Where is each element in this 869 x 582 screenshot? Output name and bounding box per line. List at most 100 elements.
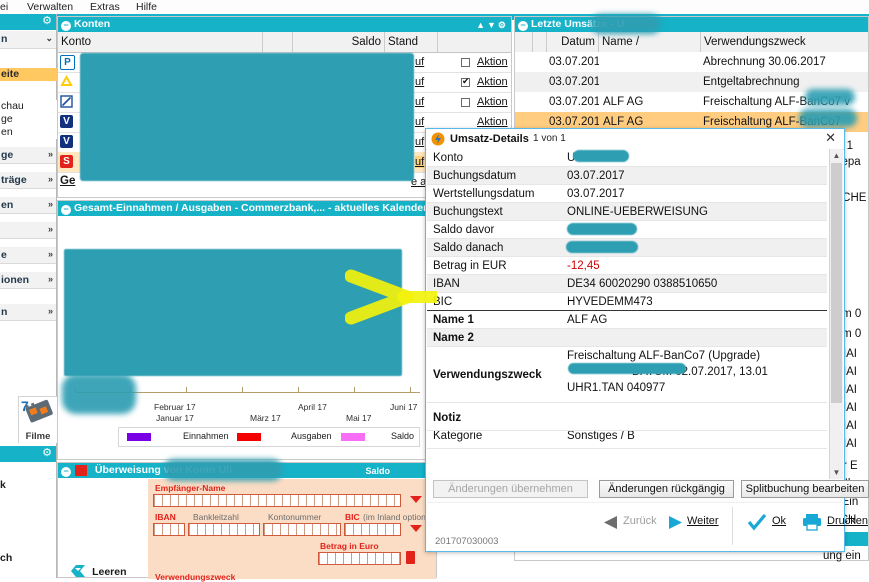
sidebar-section-5[interactable]: e » (0, 247, 56, 264)
column-stand[interactable]: Stand (385, 32, 438, 52)
minus-circle-icon[interactable]: − (518, 21, 528, 31)
column-verwendungszweck[interactable]: Verwendungszweck (701, 32, 868, 52)
column-konto[interactable]: Konto (58, 32, 263, 52)
minus-circle-icon[interactable]: − (61, 21, 71, 31)
redaction-block (805, 89, 855, 105)
column-blank1[interactable] (263, 32, 293, 52)
cell-verwendungszweck: Abrechnung 30.06.2017 (703, 56, 826, 68)
filme-button[interactable]: 7 Filme (18, 396, 57, 443)
chevron-right-icon: » (47, 274, 53, 284)
splitbuchung-bearbeiten-button[interactable]: Splitbuchung bearbeiten (741, 480, 869, 498)
sidebar-item-label: n (1, 33, 8, 45)
axis-tick-label: Januar 17 (156, 413, 194, 423)
sidebar-item-umsaetze[interactable]: en (0, 126, 57, 139)
close-icon[interactable]: ✕ (825, 131, 836, 144)
sidebar-section-3[interactable]: en » (0, 197, 56, 214)
leeren-button[interactable]: Leeren (70, 564, 127, 578)
konten-window-controls[interactable]: ▲▼⚙ (476, 18, 508, 32)
row-auf-link[interactable]: uf (415, 56, 424, 68)
check-icon[interactable] (747, 513, 767, 534)
chevron-up-icon[interactable]: ▲ (830, 149, 843, 162)
dialog-scrollbar[interactable]: ▲ ▼ (829, 149, 843, 479)
iban-input[interactable] (153, 523, 185, 536)
sidebar-section-funktionen[interactable]: ionen » (0, 272, 56, 289)
menu-item-hilfe[interactable]: Hilfe (136, 1, 157, 13)
arrow-left-icon[interactable] (603, 515, 619, 533)
sidebar-section-vertraege[interactable]: träge » (0, 172, 56, 189)
row-aktion-link[interactable]: Aktion (477, 56, 508, 68)
column-blank1[interactable] (515, 32, 533, 52)
iban-label: IBAN (155, 512, 176, 522)
gear-icon[interactable]: ⚙ (42, 16, 52, 27)
column-datum[interactable]: Datum (547, 32, 599, 52)
betrag-input[interactable] (318, 552, 401, 565)
row-gesamt-label[interactable]: Ge (60, 175, 75, 187)
blz-input[interactable] (188, 523, 260, 536)
aenderungen-uebernehmen-button[interactable]: Änderungen übernehmen (433, 480, 588, 498)
row-auf-link[interactable]: uf (415, 156, 425, 168)
detail-label: IBAN (433, 278, 460, 290)
table-row[interactable]: 03.07.2017 Abrechnung 30.06.2017 (515, 52, 868, 72)
detail-row-name1[interactable]: Name 1 ALF AG (427, 311, 827, 329)
row-aktion-link[interactable]: Aktion (477, 96, 508, 108)
sidebar-footer-line2[interactable]: ch (0, 552, 56, 564)
sparkasse-icon: S (60, 155, 73, 168)
detail-row-bic[interactable]: BIC HYVEDEMM473 (427, 293, 827, 311)
chevron-down-icon[interactable]: ▼ (830, 466, 843, 479)
ok-button[interactable]: Ok (772, 515, 786, 527)
row-auf-link[interactable]: uf (415, 96, 424, 108)
caret-down-icon[interactable] (410, 496, 422, 503)
menu-item-datei[interactable]: ei (0, 1, 8, 13)
row-checkbox[interactable] (461, 98, 470, 107)
row-checkbox[interactable] (461, 76, 470, 87)
weiter-button[interactable]: Weiter (687, 515, 719, 527)
row-aktion-link[interactable]: Aktion (477, 76, 508, 88)
sidebar-section-auftraege[interactable]: ge » (0, 147, 56, 164)
sidebar-item-auftraege[interactable]: ge (0, 113, 57, 126)
minus-circle-icon[interactable]: − (61, 205, 71, 215)
detail-row-buchungsdatum[interactable]: Buchungsdatum 03.07.2017 (427, 167, 827, 185)
caret-down-icon[interactable] (410, 525, 422, 532)
aenderungen-rueckgaengig-button[interactable]: Änderungen rückgängig (599, 480, 734, 498)
calculator-icon[interactable] (406, 551, 415, 564)
zurueck-button[interactable]: Zurück (623, 515, 657, 527)
sidebar-footer-line1[interactable]: k (0, 479, 56, 491)
column-blank2[interactable] (438, 32, 511, 52)
menu-item-extras[interactable]: Extras (90, 1, 120, 13)
scrollbar-thumb[interactable] (831, 163, 842, 403)
detail-row-buchungstext[interactable]: Buchungstext ONLINE-UEBERWEISUNG (427, 203, 827, 221)
empfaenger-name-input[interactable] (153, 494, 401, 507)
arrow-right-icon[interactable] (667, 515, 683, 533)
kontonummer-input[interactable] (263, 523, 341, 536)
column-saldo[interactable]: Saldo (293, 32, 385, 52)
sidebar-item-startseite[interactable]: eite (0, 68, 57, 81)
detail-row-wertstellungsdatum[interactable]: Wertstellungsdatum 03.07.2017 (427, 185, 827, 203)
row-checkbox[interactable] (461, 58, 470, 67)
sidebar-item-uebersicht[interactable]: chau (0, 100, 57, 113)
axis-tick-label: Juni 17 (390, 402, 418, 412)
gear-icon[interactable]: ⚙ (42, 448, 52, 459)
sidebar-section-4[interactable]: » (0, 222, 56, 239)
detail-row-kategorie[interactable]: Kategorie Sonstiges / B (427, 431, 827, 449)
column-blank2[interactable] (533, 32, 547, 52)
row-aktion-link[interactable]: Aktion (477, 116, 508, 128)
menu-item-verwalten[interactable]: Verwalten (27, 1, 73, 13)
column-name[interactable]: Name / (599, 32, 701, 52)
sidebar-section-7[interactable]: n » (0, 304, 56, 321)
detail-row-betrag[interactable]: Betrag in EUR -12,45 (427, 257, 827, 275)
printer-icon[interactable] (802, 513, 822, 534)
sidebar-item-label: ionen (1, 274, 29, 286)
drucken-button[interactable]: Drucken (827, 515, 868, 527)
bic-input[interactable] (344, 523, 401, 536)
detail-row-name2[interactable]: Name 2 (427, 329, 827, 347)
detail-row-iban[interactable]: IBAN DE34 60020290 0388510650 (427, 275, 827, 293)
chevron-right-icon: » (47, 149, 53, 159)
row-auf-link[interactable]: uf (415, 76, 424, 88)
row-auf-link[interactable]: uf (415, 116, 424, 128)
detail-row-verwendungszweck[interactable]: Verwendungszweck Freischaltung ALF-BanCo… (427, 347, 827, 403)
minus-circle-icon[interactable]: − (61, 467, 71, 477)
row-auf-link[interactable]: uf (415, 136, 424, 148)
legend-label-ausgaben: Ausgaben (291, 431, 332, 441)
sidebar-item-top[interactable]: n ⌄ (0, 31, 56, 49)
detail-row-notiz[interactable]: Notiz (427, 403, 827, 431)
